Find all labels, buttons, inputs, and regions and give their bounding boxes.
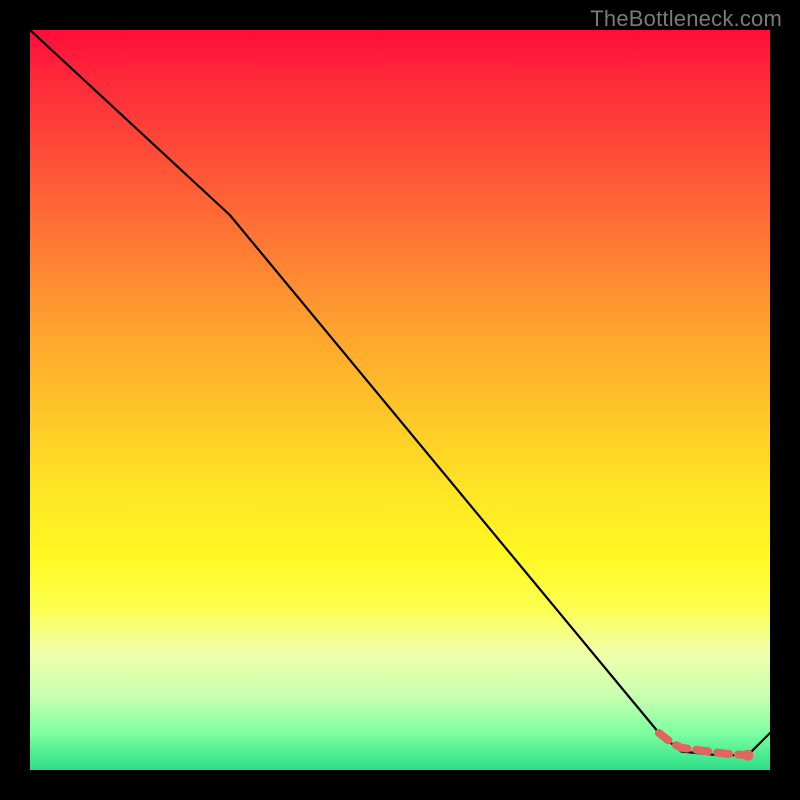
watermark-text: TheBottleneck.com [590, 6, 782, 32]
chart-line [30, 30, 770, 755]
marker-end-dot [742, 750, 753, 761]
chart-svg [30, 30, 770, 770]
marker-chain [659, 733, 748, 755]
chart-markers [659, 733, 753, 761]
plot-area [30, 30, 770, 770]
chart-stage: TheBottleneck.com [0, 0, 800, 800]
